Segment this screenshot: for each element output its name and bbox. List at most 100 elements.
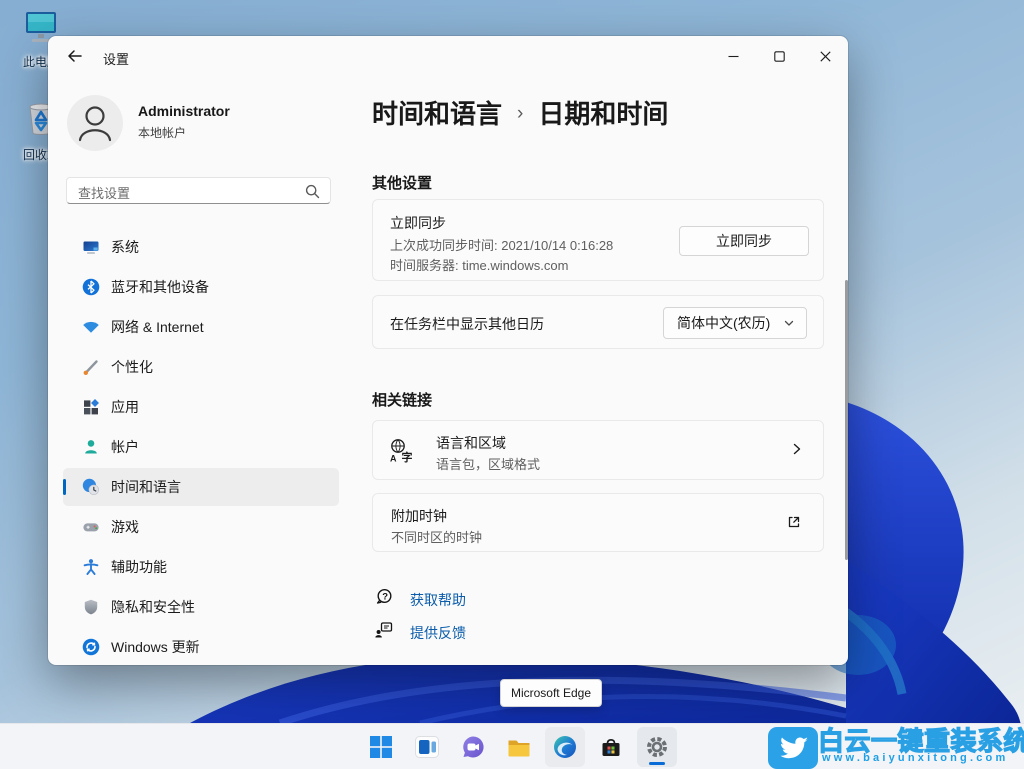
chat-button[interactable] <box>453 727 493 767</box>
settings-button[interactable] <box>637 727 677 767</box>
windows-logo-icon <box>370 736 392 758</box>
sidebar-item-label: 时间和语言 <box>111 479 181 495</box>
window-title: 设置 <box>103 52 130 67</box>
close-button[interactable] <box>802 36 848 76</box>
sidebar-item-accounts[interactable]: 帐户 <box>63 428 339 466</box>
chat-icon <box>463 736 484 758</box>
search-input[interactable]: 查找设置 <box>66 177 331 204</box>
desktop: 此电脑 回收站 设置 Administrator 本地帐户 查找设置 系统 蓝牙… <box>0 0 1024 769</box>
page-title: 日期和时间 <box>538 99 669 129</box>
avatar[interactable] <box>67 95 123 151</box>
external-link-icon <box>785 513 803 536</box>
start-button[interactable] <box>361 727 401 767</box>
content-scrollbar[interactable] <box>845 280 848 560</box>
sidebar-item-apps[interactable]: 应用 <box>63 388 339 426</box>
language-globe-icon: 字 A <box>388 437 416 470</box>
task-view-icon <box>415 736 439 758</box>
sidebar-item-bluetooth-devices[interactable]: 蓝牙和其他设备 <box>63 268 339 306</box>
get-help-label: 获取帮助 <box>410 591 466 608</box>
sidebar-item-privacy-security[interactable]: 隐私和安全性 <box>63 588 339 626</box>
watermark-url: www.baiyunxitong.com <box>822 752 1009 764</box>
file-explorer-icon <box>508 740 530 757</box>
accessibility-person-icon <box>80 556 102 578</box>
sidebar-item-personalization[interactable]: 个性化 <box>63 348 339 386</box>
sidebar: 系统 蓝牙和其他设备 网络 & Internet 个性化 应用 帐户 时间和语言… <box>63 228 339 668</box>
feedback-label: 提供反馈 <box>410 624 466 641</box>
get-help-link[interactable]: ? 获取帮助 <box>374 587 466 612</box>
minimize-button[interactable] <box>710 36 756 76</box>
sync-now-button[interactable]: 立即同步 <box>679 226 809 256</box>
taskbar-tooltip: Microsoft Edge <box>500 679 602 707</box>
last-sync-time: 上次成功同步时间: 2021/10/14 0:16:28 <box>390 238 614 253</box>
taskbar-app-group <box>361 727 677 767</box>
edge-icon <box>554 736 576 758</box>
update-arrows-icon <box>80 636 102 658</box>
sidebar-item-label: 蓝牙和其他设备 <box>111 279 209 295</box>
apps-icon <box>80 396 102 418</box>
maximize-icon <box>773 50 785 62</box>
gamepad-icon <box>80 516 102 538</box>
back-arrow-icon <box>68 50 82 62</box>
back-button[interactable] <box>58 41 92 71</box>
feedback-link[interactable]: 提供反馈 <box>374 620 466 645</box>
sidebar-item-label: 系统 <box>111 239 139 255</box>
breadcrumb: 时间和语言 › 日期和时间 <box>372 94 668 131</box>
shield-icon <box>80 596 102 618</box>
maximize-button[interactable] <box>756 36 802 76</box>
store-button[interactable] <box>591 727 631 767</box>
bird-icon <box>780 737 808 759</box>
calendar-label: 在任务栏中显示其他日历 <box>390 316 544 332</box>
minimize-icon <box>728 55 738 57</box>
sidebar-item-accessibility[interactable]: 辅助功能 <box>63 548 339 586</box>
sidebar-item-label: Windows 更新 <box>111 639 200 655</box>
sidebar-item-system[interactable]: 系统 <box>63 228 339 266</box>
profile-name: Administrator <box>138 103 230 119</box>
sidebar-item-label: 游戏 <box>111 519 139 535</box>
edge-button[interactable] <box>545 727 585 767</box>
feedback-icon <box>374 620 394 645</box>
calendar-card: 在任务栏中显示其他日历 简体中文(农历) <box>372 295 824 349</box>
close-icon <box>819 50 831 62</box>
sync-card-title: 立即同步 <box>390 215 446 231</box>
language-region-title: 语言和区域 <box>436 435 506 451</box>
chevron-right-icon <box>789 441 805 462</box>
clock-language-icon <box>80 476 102 498</box>
sidebar-item-time-language[interactable]: 时间和语言 <box>63 468 339 506</box>
sidebar-item-windows-update[interactable]: Windows 更新 <box>63 628 339 666</box>
sidebar-item-network-internet[interactable]: 网络 & Internet <box>63 308 339 346</box>
svg-text:?: ? <box>382 591 388 602</box>
account-person-icon <box>80 436 102 458</box>
breadcrumb-parent[interactable]: 时间和语言 <box>372 94 502 131</box>
section-other-settings: 其他设置 <box>372 175 433 192</box>
task-view-button[interactable] <box>407 727 447 767</box>
settings-window: 设置 Administrator 本地帐户 查找设置 系统 蓝牙和其他设备 网络… <box>48 36 848 665</box>
titlebar[interactable]: 设置 <box>48 36 848 76</box>
system-icon <box>80 236 102 258</box>
help-icon: ? <box>374 587 394 612</box>
person-icon <box>78 106 112 142</box>
calendar-dropdown[interactable]: 简体中文(农历) <box>663 307 807 339</box>
gear-icon <box>647 737 667 757</box>
sidebar-item-label: 应用 <box>111 399 139 415</box>
time-server: 时间服务器: time.windows.com <box>390 258 569 273</box>
calendar-dropdown-value: 简体中文(农历) <box>677 315 771 331</box>
sync-card: 立即同步 上次成功同步时间: 2021/10/14 0:16:28 时间服务器:… <box>372 199 824 281</box>
svg-text:字: 字 <box>402 450 413 464</box>
sidebar-item-label: 个性化 <box>111 359 153 375</box>
file-explorer-button[interactable] <box>499 727 539 767</box>
chevron-down-icon <box>784 320 794 326</box>
language-region-row[interactable]: 字 A 语言和区域 语言包，区域格式 <box>372 420 824 480</box>
additional-clocks-row[interactable]: 附加时钟 不同时区的时钟 <box>372 493 824 552</box>
section-related-links: 相关链接 <box>372 392 433 409</box>
sidebar-item-label: 辅助功能 <box>111 559 167 575</box>
svg-text:A: A <box>390 454 397 464</box>
additional-clocks-subtitle: 不同时区的时钟 <box>391 530 483 545</box>
language-region-subtitle: 语言包，区域格式 <box>436 457 541 472</box>
sidebar-item-gaming[interactable]: 游戏 <box>63 508 339 546</box>
bluetooth-icon <box>80 276 102 298</box>
search-placeholder: 查找设置 <box>78 186 131 201</box>
sidebar-item-label: 帐户 <box>111 439 139 455</box>
store-icon <box>602 738 620 756</box>
profile-account-type: 本地帐户 <box>138 126 187 140</box>
wifi-icon <box>80 316 102 338</box>
